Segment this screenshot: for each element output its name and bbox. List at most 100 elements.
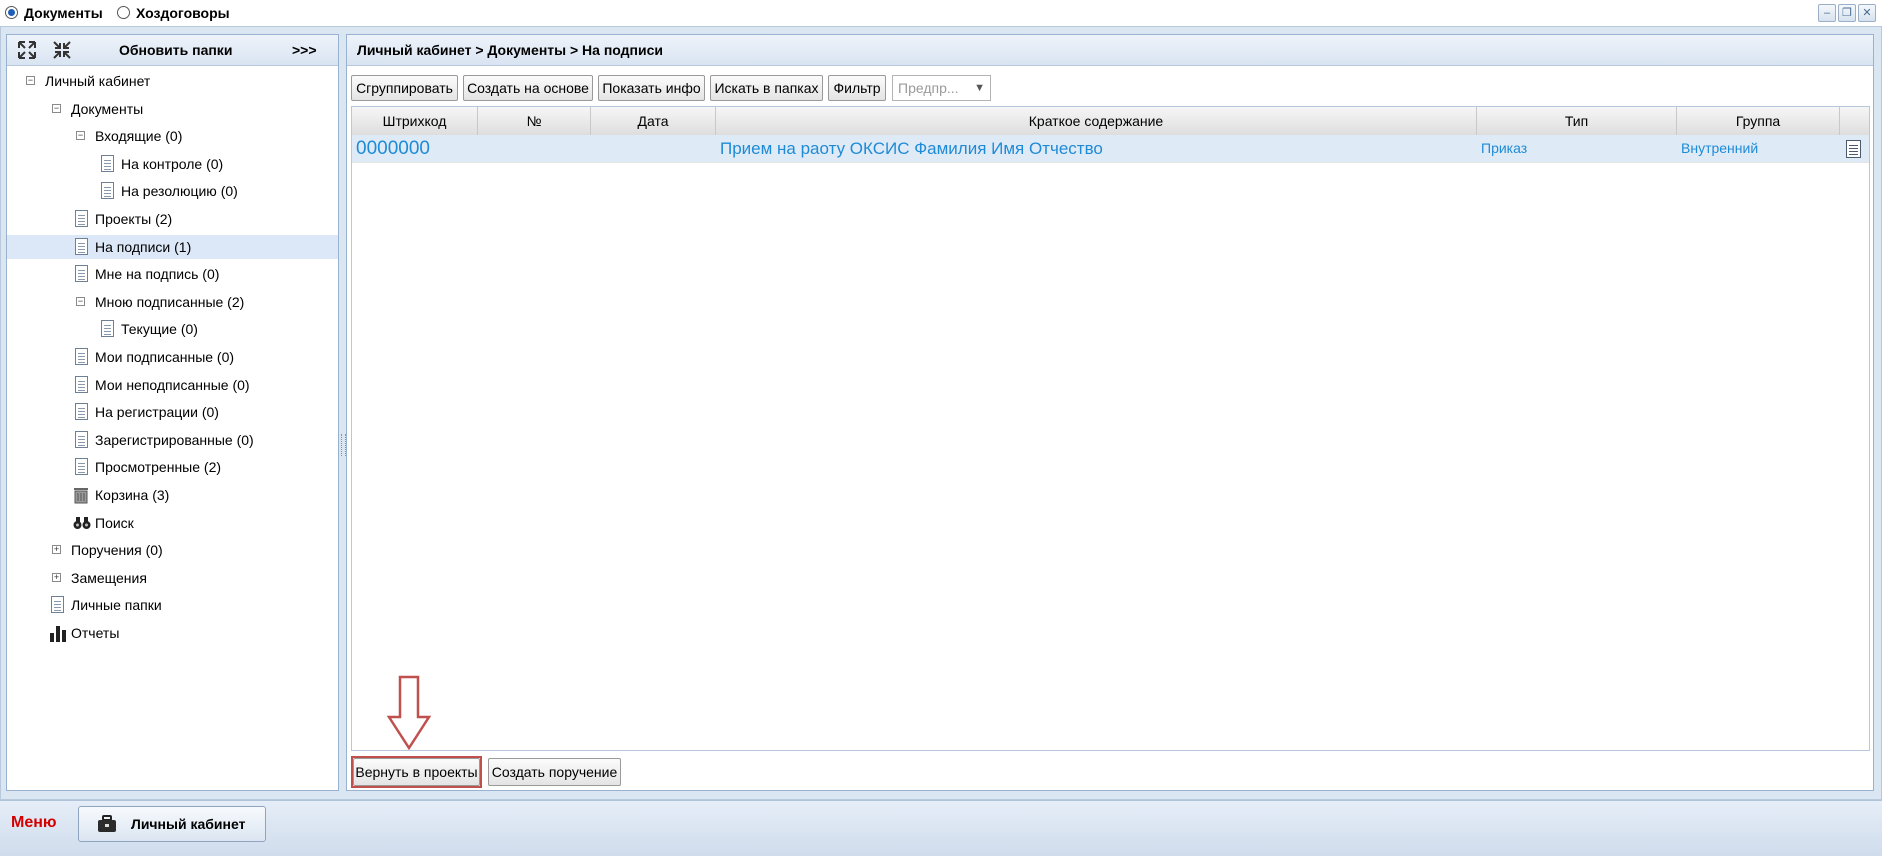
- expand-node-icon[interactable]: +: [52, 545, 61, 555]
- tree-item-label: Просмотренные (2): [95, 459, 222, 476]
- contracts-radio[interactable]: [117, 6, 130, 19]
- enterprise-select[interactable]: Предпр... ▼: [892, 75, 991, 101]
- tree-item[interactable]: Зарегистрированные (0): [7, 428, 338, 452]
- tree-item-label: На резолюцию (0): [121, 183, 238, 200]
- tree-item[interactable]: + Замещения: [7, 566, 338, 590]
- tree-item[interactable]: − Мною подписанные (2): [7, 290, 338, 314]
- panel-splitter[interactable]: [339, 34, 346, 791]
- tree-item-label: На регистрации (0): [95, 404, 219, 421]
- restore-icon[interactable]: ❐: [1838, 4, 1856, 22]
- documents-radio-label[interactable]: Документы: [24, 5, 103, 21]
- bar-chart-icon: [50, 626, 66, 642]
- cell-number: [482, 135, 587, 162]
- tree-item[interactable]: Отчеты: [7, 621, 338, 645]
- chevron-down-icon: ▼: [974, 82, 985, 94]
- filter-button[interactable]: Фильтр: [828, 75, 886, 101]
- tree-item-label: Документы: [71, 100, 144, 117]
- highlight-frame: [351, 756, 482, 788]
- document-icon: [75, 375, 88, 393]
- tree-item-label: Мои неподписанные (0): [95, 376, 250, 393]
- menu-label[interactable]: Меню: [11, 814, 57, 832]
- tree-item[interactable]: − Личный кабинет: [7, 69, 338, 93]
- column-header-date[interactable]: Дата: [591, 107, 716, 135]
- document-icon: [101, 182, 114, 200]
- tree-item-label: Личные папки: [71, 597, 162, 614]
- cell-group: Внутренний: [1681, 140, 1759, 156]
- column-header-type[interactable]: Тип: [1477, 107, 1677, 135]
- tree-item[interactable]: Просмотренные (2): [7, 455, 338, 479]
- collapse-node-icon[interactable]: −: [26, 76, 35, 85]
- tree-item[interactable]: − Входящие (0): [7, 124, 338, 148]
- show-info-button[interactable]: Показать инфо: [598, 75, 705, 101]
- tree-item[interactable]: На контроле (0): [7, 152, 338, 176]
- create-based-on-button[interactable]: Создать на основе: [463, 75, 593, 101]
- tree-item[interactable]: − Документы: [7, 97, 338, 121]
- tree-item-label: Мною подписанные (2): [95, 293, 245, 310]
- tree-item[interactable]: На регистрации (0): [7, 400, 338, 424]
- personal-cabinet-button[interactable]: Личный кабинет: [78, 806, 266, 842]
- cell-barcode[interactable]: 0000000: [356, 135, 474, 162]
- collapse-node-icon[interactable]: −: [76, 131, 85, 141]
- search-in-folders-button[interactable]: Искать в папках: [710, 75, 823, 101]
- collapse-node-icon[interactable]: −: [52, 103, 61, 113]
- tree-item-label: Мои подписанные (0): [95, 349, 235, 365]
- close-icon[interactable]: ✕: [1858, 4, 1876, 22]
- grid-header: Штрихкод № Дата Краткое содержание Тип Г…: [352, 107, 1869, 136]
- column-header-summary[interactable]: Краткое содержание: [716, 107, 1477, 135]
- documents-radio[interactable]: [5, 6, 18, 19]
- column-header-extra: [1840, 107, 1869, 135]
- tree-item-label: На контроле (0): [121, 155, 224, 172]
- create-order-button[interactable]: Создать поручение: [488, 758, 621, 786]
- minimize-icon[interactable]: –: [1818, 4, 1836, 22]
- top-tab-bar: Документы Хоздоговоры – ❐ ✕: [0, 0, 1896, 27]
- column-header-group[interactable]: Группа: [1677, 107, 1840, 135]
- tree-item[interactable]: + Поручения (0): [7, 538, 338, 562]
- document-icon: [75, 210, 88, 227]
- tree-item[interactable]: Мне на подпись (0): [7, 262, 338, 286]
- tree-item[interactable]: На подписи (1): [7, 234, 338, 259]
- document-icon: [75, 403, 88, 421]
- tree-item[interactable]: Текущие (0): [7, 317, 338, 341]
- tree-item-label: Поручения (0): [71, 542, 163, 559]
- tree-item[interactable]: Личные папки: [7, 593, 338, 617]
- collapse-all-icon[interactable]: [53, 41, 71, 59]
- refresh-folders-button[interactable]: Обновить папки: [119, 42, 232, 58]
- document-icon: [101, 154, 114, 172]
- table-row[interactable]: 0000000 Прием на раоту ОКСИС Фамилия Имя…: [352, 135, 1869, 163]
- tree-item[interactable]: Мои подписанные (0): [7, 345, 338, 369]
- document-icon[interactable]: [1846, 140, 1861, 158]
- collapse-node-icon[interactable]: −: [76, 296, 85, 306]
- enterprise-select-value: Предпр...: [898, 80, 959, 96]
- column-header-number[interactable]: №: [478, 107, 591, 135]
- tree-item-label: Замещения: [71, 569, 147, 586]
- tree-item[interactable]: На резолюцию (0): [7, 179, 338, 203]
- expand-panel-button[interactable]: >>>: [292, 42, 317, 58]
- menu-bar: [0, 800, 1882, 856]
- document-icon: [101, 320, 114, 338]
- briefcase-icon: [98, 815, 116, 832]
- tree-item[interactable]: Проекты (2): [7, 207, 338, 231]
- window-edge: [1882, 26, 1896, 855]
- column-header-barcode[interactable]: Штрихкод: [352, 107, 478, 135]
- tree-item-label: Мне на подпись (0): [95, 266, 220, 283]
- document-icon: [51, 596, 64, 614]
- documents-grid: [351, 106, 1870, 751]
- tree-item-label: Отчеты: [71, 625, 120, 641]
- tree-item[interactable]: Корзина (3): [7, 483, 338, 507]
- expand-node-icon[interactable]: +: [52, 572, 61, 582]
- document-icon: [75, 265, 88, 283]
- tree-item[interactable]: Мои неподписанные (0): [7, 373, 338, 397]
- tree-item-label: Поиск: [95, 514, 134, 531]
- tree-item-label: Личный кабинет: [45, 73, 151, 89]
- document-icon: [75, 430, 88, 448]
- group-button[interactable]: Сгруппировать: [351, 75, 458, 101]
- tree-item-label: Зарегистрированные (0): [95, 431, 254, 448]
- tree-item[interactable]: Поиск: [7, 511, 338, 535]
- contracts-radio-label[interactable]: Хоздоговоры: [136, 5, 230, 21]
- tree-item-label: Текущие (0): [121, 321, 198, 338]
- binoculars-icon: [73, 516, 91, 529]
- cell-summary[interactable]: Прием на раоту ОКСИС Фамилия Имя Отчеств…: [720, 135, 1475, 162]
- cell-date: [595, 135, 712, 162]
- expand-all-icon[interactable]: [18, 41, 36, 59]
- cell-type: Приказ: [1481, 140, 1528, 156]
